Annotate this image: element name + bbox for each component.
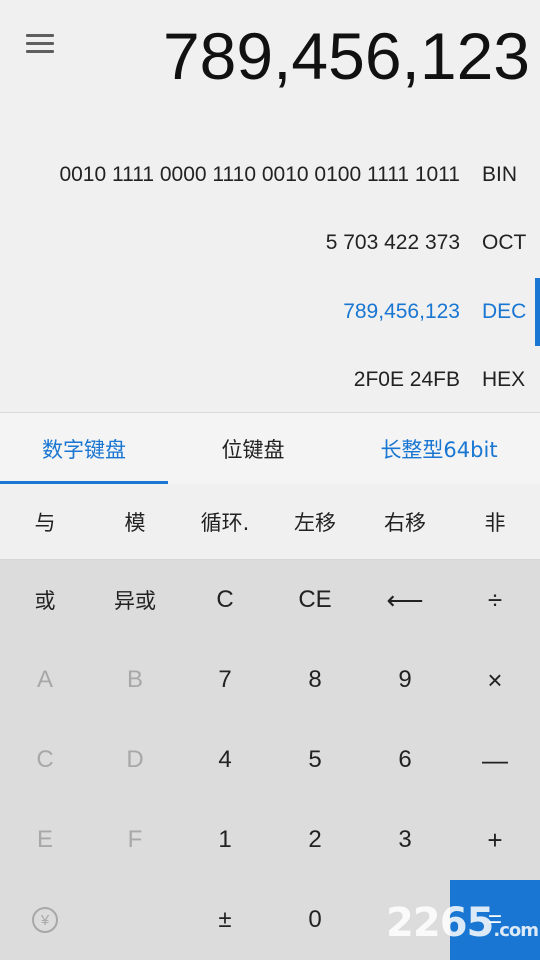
not-button[interactable]: 非 — [450, 484, 540, 560]
digit-2-button[interactable]: 2 — [270, 800, 360, 880]
base-value-hex: 2F0E 24FB — [353, 368, 460, 391]
base-row-oct[interactable]: 5 703 422 373 OCT — [0, 213, 540, 273]
hex-e-button[interactable]: E — [0, 800, 90, 880]
menu-icon[interactable] — [26, 34, 58, 60]
add-button[interactable]: + — [450, 800, 540, 880]
subtract-button[interactable]: — — [450, 720, 540, 800]
empty-key-right — [360, 880, 450, 960]
base-row-hex[interactable]: 2F0E 24FB HEX — [0, 350, 540, 410]
base-value-bin: 0010 1111 0000 1110 0010 0100 1111 1011 — [59, 163, 460, 186]
digit-5-button[interactable]: 5 — [270, 720, 360, 800]
yen-icon: ¥ — [32, 907, 58, 933]
bitwise-ops-row: 与 模 循环. 左移 右移 非 — [0, 484, 540, 560]
digit-1-button[interactable]: 1 — [180, 800, 270, 880]
base-row-bin[interactable]: 0010 1111 0000 1110 0010 0100 1111 1011 … — [0, 145, 540, 205]
equals-button[interactable]: = — [450, 880, 540, 960]
hex-c-button[interactable]: C — [0, 720, 90, 800]
hex-a-button[interactable]: A — [0, 640, 90, 720]
digit-0-button[interactable]: 0 — [270, 880, 360, 960]
base-label-bin: BIN — [482, 163, 518, 186]
base-label-hex: HEX — [482, 368, 526, 391]
digit-7-button[interactable]: 7 — [180, 640, 270, 720]
multiply-button[interactable]: × — [450, 640, 540, 720]
or-button[interactable]: 或 — [0, 560, 90, 640]
digit-6-button[interactable]: 6 — [360, 720, 450, 800]
display-area: 789,456,123 0010 1111 0000 1110 0010 010… — [0, 0, 540, 412]
currency-button[interactable]: ¥ — [0, 880, 90, 960]
hex-f-button[interactable]: F — [90, 800, 180, 880]
hex-d-button[interactable]: D — [90, 720, 180, 800]
divide-button[interactable]: ÷ — [450, 560, 540, 640]
tab-word-size[interactable]: 长整型64bit — [338, 413, 540, 484]
mod-button[interactable]: 模 — [90, 484, 180, 560]
clear-entry-button[interactable]: CE — [270, 560, 360, 640]
digit-4-button[interactable]: 4 — [180, 720, 270, 800]
and-button[interactable]: 与 — [0, 484, 90, 560]
xor-button[interactable]: 异或 — [90, 560, 180, 640]
base-row-dec[interactable]: 789,456,123 DEC — [0, 278, 540, 346]
base-value-oct: 5 703 422 373 — [325, 231, 460, 254]
rotate-button[interactable]: 循环. — [180, 484, 270, 560]
negate-button[interactable]: ± — [180, 880, 270, 960]
keyboard-tabbar: 数字键盘 位键盘 长整型64bit — [0, 412, 540, 484]
digit-9-button[interactable]: 9 — [360, 640, 450, 720]
hex-b-button[interactable]: B — [90, 640, 180, 720]
tab-number-keyboard[interactable]: 数字键盘 — [0, 413, 168, 484]
main-value: 789,456,123 — [162, 19, 530, 93]
empty-key-left — [90, 880, 180, 960]
digit-3-button[interactable]: 3 — [360, 800, 450, 880]
keypad: 或 异或 C CE ⟵ ÷ A B 7 8 9 × C D 4 5 6 — E … — [0, 560, 540, 960]
digit-8-button[interactable]: 8 — [270, 640, 360, 720]
base-label-dec: DEC — [482, 300, 527, 323]
backspace-button[interactable]: ⟵ — [360, 560, 450, 640]
base-label-oct: OCT — [482, 231, 527, 254]
right-shift-button[interactable]: 右移 — [360, 484, 450, 560]
tab-bit-keyboard[interactable]: 位键盘 — [168, 413, 338, 484]
left-shift-button[interactable]: 左移 — [270, 484, 360, 560]
base-value-dec: 789,456,123 — [343, 300, 460, 323]
clear-button[interactable]: C — [180, 560, 270, 640]
